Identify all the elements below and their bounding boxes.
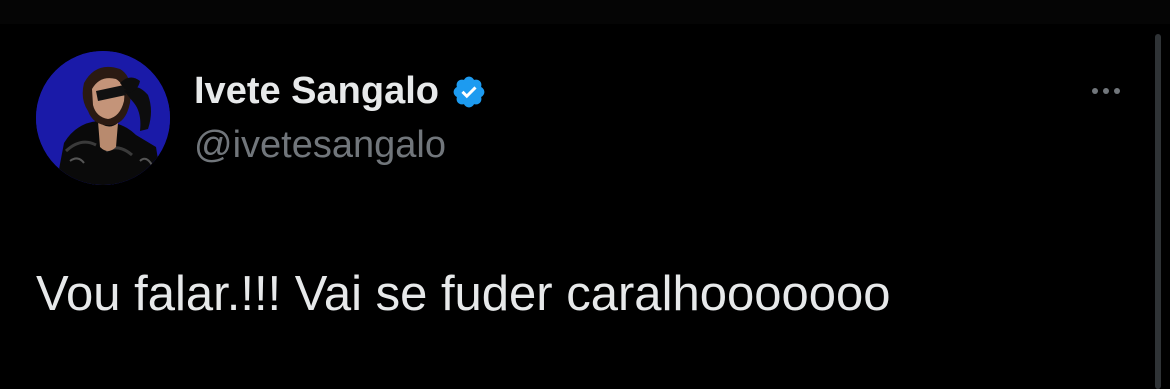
verified-badge-icon[interactable]	[451, 74, 487, 110]
tweet-text: Vou falar.!!! Vai se fuder caralhooooooo	[36, 267, 891, 321]
scrollbar[interactable]	[1155, 34, 1161, 389]
avatar[interactable]	[36, 51, 170, 185]
author-name-row[interactable]: Ivete Sangalo	[194, 70, 487, 113]
more-dot	[1114, 88, 1120, 94]
avatar-photo	[36, 51, 170, 185]
author-handle[interactable]: @ivetesangalo	[194, 124, 446, 167]
author-display-name[interactable]: Ivete Sangalo	[194, 70, 439, 113]
more-dot	[1103, 88, 1109, 94]
more-dot	[1092, 88, 1098, 94]
top-bar	[0, 0, 1170, 24]
more-options-icon[interactable]	[1082, 76, 1130, 106]
